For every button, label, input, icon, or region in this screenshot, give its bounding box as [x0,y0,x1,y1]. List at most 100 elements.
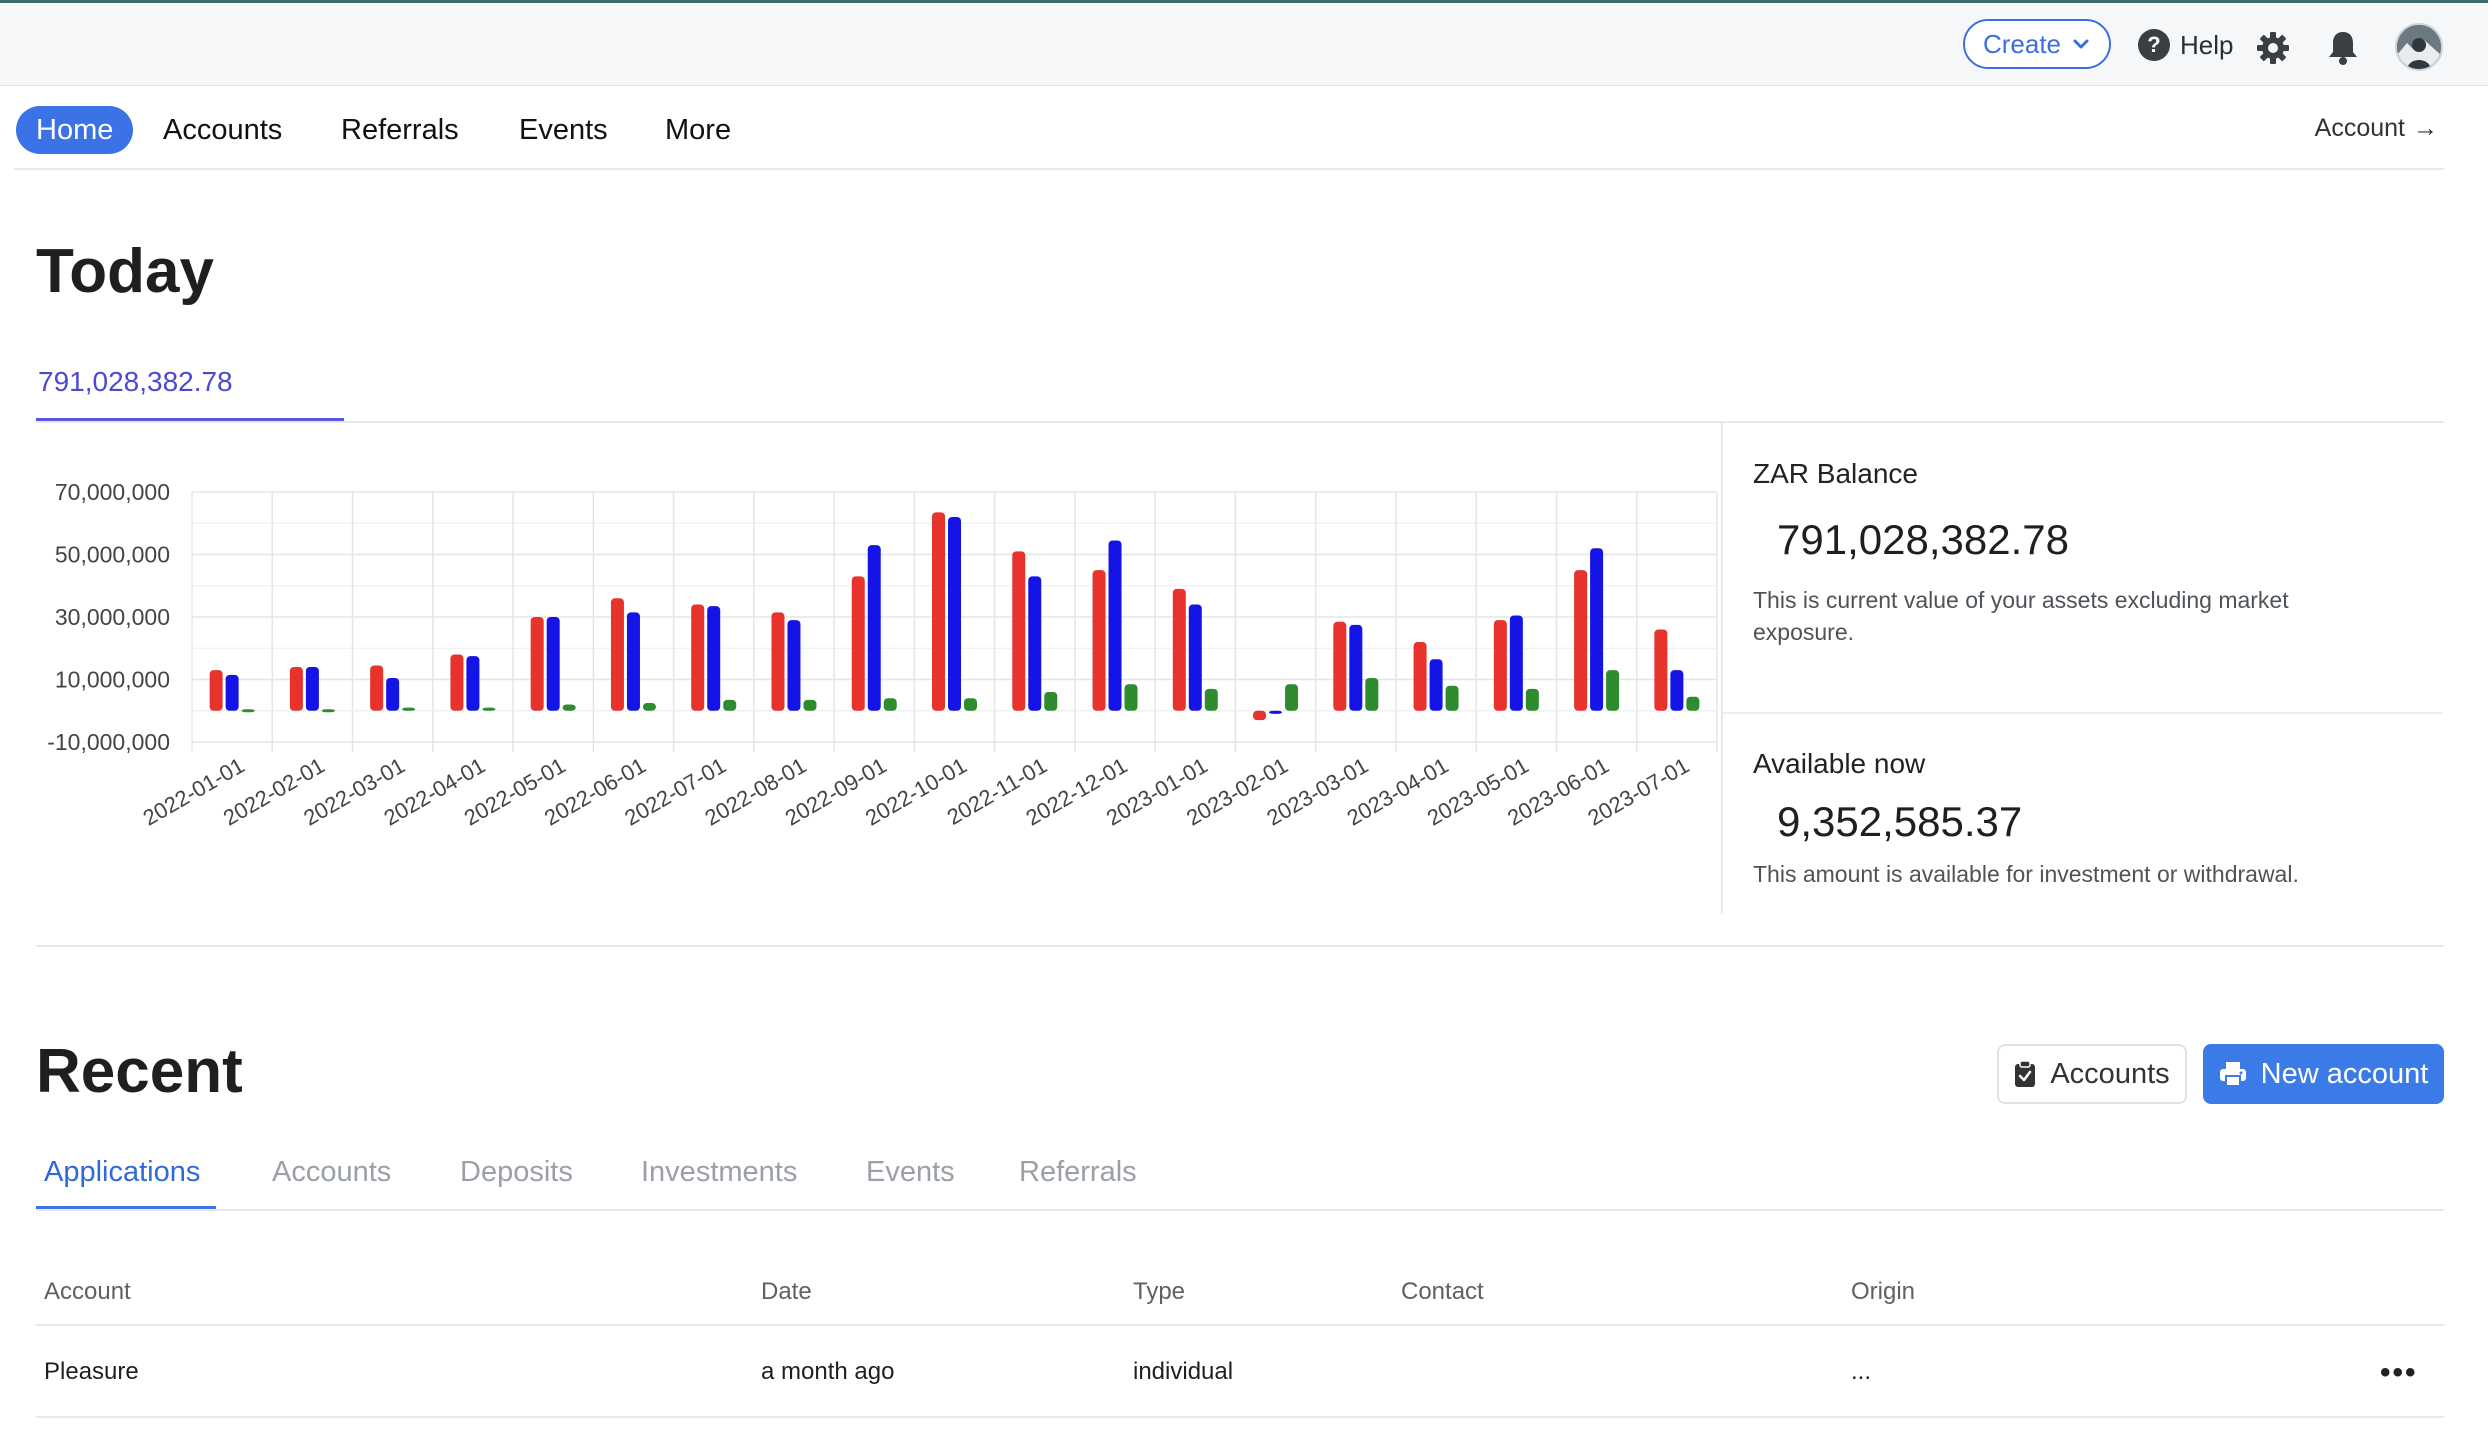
bar [851,576,865,711]
bar [642,702,656,711]
today-title: Today [36,237,214,306]
new-account-label: New account [2260,1057,2429,1090]
column-header-type[interactable]: Type [1133,1278,1185,1306]
tab-investments[interactable]: Investments [641,1156,797,1189]
bar [1012,551,1026,711]
bar [402,707,416,711]
accounts-button-label: Accounts [2050,1057,2170,1090]
gear-icon[interactable] [2255,30,2291,66]
bar [241,709,255,713]
bar [1349,624,1363,711]
table-cell-type: individual [1133,1358,1234,1385]
bar [723,699,737,711]
bar [867,545,881,711]
main-nav: Home Accounts Referrals Events More Acco… [0,86,2488,170]
bar [626,612,640,711]
bar [803,699,817,711]
column-header-date[interactable]: Date [761,1278,812,1306]
bar [1124,684,1138,711]
column-header-origin[interactable]: Origin [1851,1278,1915,1306]
bar [948,517,961,711]
tab-applications[interactable]: Applications [44,1156,200,1189]
table-cell-date: a month ago [761,1358,895,1385]
bell-icon[interactable] [2325,29,2361,67]
bar [530,617,544,711]
stats-separator [1723,712,2443,714]
balance-title: ZAR Balance [1753,458,1918,489]
today-divider [36,421,2444,423]
bar [370,665,384,711]
account-link-label: Account [2314,114,2405,142]
nav-referrals[interactable]: Referrals [341,106,459,154]
create-label: Create [1982,28,2062,59]
top-bar: Create ? Help [0,0,2488,86]
row-more-icon[interactable]: ••• [2380,1356,2418,1390]
help-button[interactable]: ? Help [2138,29,2233,61]
tab-balance[interactable]: 791,028,382.78 [38,366,233,398]
nav-more[interactable]: More [665,106,731,154]
bar [707,606,721,711]
recent-title: Recent [36,1037,243,1106]
printer-icon [2219,1062,2246,1087]
bar [1654,629,1668,711]
account-link[interactable]: Account → [2315,114,2438,143]
nav-events[interactable]: Events [519,106,608,154]
avatar-image [2397,25,2441,69]
y-tick-label: -10,000,000 [47,729,170,755]
avatar[interactable] [2395,23,2443,71]
balance-chart: 70,000,000 50,000,000 30,000,000 10,000,000… [47,479,1718,831]
nav-home[interactable]: Home [16,106,134,154]
y-tick-label: 30,000,000 [55,604,170,630]
create-button[interactable]: Create [1963,19,2111,69]
bar [1253,710,1267,721]
bar [1493,620,1507,711]
bar [1204,688,1218,711]
tab-accounts[interactable]: Accounts [272,1156,391,1189]
bar [1028,576,1042,711]
bar [466,656,480,711]
bar [1172,588,1186,711]
bar [482,707,496,711]
column-header-contact[interactable]: Contact [1401,1278,1484,1306]
balance-description: This is current value of your assets exc… [1753,587,2289,645]
bar [209,670,223,711]
table-cell-origin: ... [1851,1358,1872,1385]
table-row-divider [36,1416,2444,1418]
bar [1333,621,1347,711]
new-account-button[interactable]: New account [2203,1044,2444,1104]
bar [787,620,801,711]
bar [883,698,897,711]
table-cell-account[interactable]: Pleasure [44,1358,139,1386]
tab-events[interactable]: Events [866,1156,955,1189]
y-tick-label: 10,000,000 [55,667,170,693]
arrow-right-icon: → [2413,114,2438,142]
bar [321,709,335,713]
nav-accounts[interactable]: Accounts [163,106,282,154]
bar [1445,685,1459,711]
bar [450,654,464,711]
bar [225,674,239,711]
y-tick-label: 70,000,000 [55,479,170,505]
bar [1509,615,1523,711]
bar [1269,710,1283,714]
bar [1525,688,1539,711]
bar [1670,670,1684,711]
tab-referrals[interactable]: Referrals [1019,1156,1137,1189]
section-divider [36,945,2444,947]
bar [1092,570,1106,711]
y-tick-label: 50,000,000 [55,542,170,568]
table-header-divider [36,1324,2444,1326]
bar [1108,540,1122,711]
tab-deposits[interactable]: Deposits [460,1156,573,1189]
bar [305,667,319,711]
bar [1590,548,1604,711]
bar [1044,692,1058,711]
bar [1686,696,1700,711]
bar [1285,684,1299,711]
tabs-divider [36,1209,2444,1211]
bar [771,612,785,711]
column-header-account[interactable]: Account [44,1278,131,1306]
available-value: 9,352,585.37 [1777,798,2023,845]
accounts-button[interactable]: Accounts [1997,1044,2187,1104]
bar [562,704,576,711]
